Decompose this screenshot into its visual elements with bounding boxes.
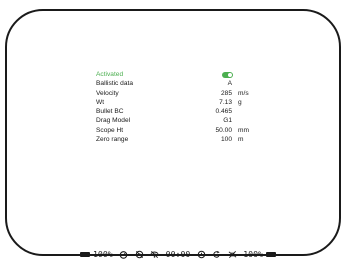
left-battery-level: 100% — [93, 249, 113, 259]
satellite-off-icon — [228, 250, 237, 259]
setting-label: Ballistic data — [96, 80, 134, 88]
setting-bullet-bc[interactable]: Bullet BC 0.465 — [96, 107, 296, 116]
setting-value: 100 — [220, 136, 232, 144]
right-battery-group: 100% — [243, 249, 278, 259]
toggle-knob — [228, 72, 232, 77]
clock-icon — [197, 250, 206, 259]
right-battery-level: 100% — [243, 249, 263, 259]
setting-ballistic-data[interactable]: Ballistic data A — [96, 79, 296, 88]
setting-unit: m/s — [238, 89, 249, 97]
status-bar: 100% 00:00 100% — [80, 248, 278, 260]
setting-value: 50.00 — [215, 126, 232, 134]
setting-unit: g — [238, 98, 242, 106]
setting-velocity[interactable]: Velocity 285 m/s — [96, 89, 296, 98]
setting-value: A — [227, 80, 232, 88]
setting-label: Bullet BC — [96, 108, 124, 116]
battery-icon — [80, 251, 92, 257]
setting-activated[interactable]: Activated — [96, 70, 296, 79]
battery-icon — [265, 251, 278, 257]
clock-time: 00:00 — [165, 249, 191, 259]
eye-off-icon — [135, 250, 144, 259]
setting-zero-range[interactable]: Zero range 100 m — [96, 135, 296, 144]
wifi-icon — [150, 250, 159, 259]
setting-label: Scope Ht — [96, 126, 124, 134]
setting-label: Velocity — [96, 89, 119, 97]
setting-value: 285 — [220, 89, 232, 97]
timer-icon — [119, 250, 128, 259]
setting-weight[interactable]: Wt 7.13 g — [96, 98, 296, 107]
device-screen: Activated Ballistic data A Velocity 285 … — [5, 9, 341, 256]
settings-list: Activated Ballistic data A Velocity 285 … — [96, 70, 296, 144]
left-battery-group: 100% — [80, 249, 113, 259]
setting-label: Zero range — [96, 136, 129, 144]
setting-drag-model[interactable]: Drag Model G1 — [96, 116, 296, 125]
setting-unit: m — [238, 136, 244, 144]
setting-unit: mm — [238, 126, 249, 134]
activated-toggle[interactable] — [222, 71, 233, 78]
reload-icon — [212, 250, 221, 259]
setting-value: 0.465 — [215, 108, 232, 116]
setting-value: G1 — [223, 117, 232, 125]
setting-label: Activated — [96, 71, 124, 78]
setting-scope-height[interactable]: Scope Ht 50.00 mm — [96, 126, 296, 135]
setting-label: Drag Model — [96, 117, 131, 125]
setting-value: 7.13 — [219, 98, 232, 106]
setting-label: Wt — [96, 98, 105, 106]
